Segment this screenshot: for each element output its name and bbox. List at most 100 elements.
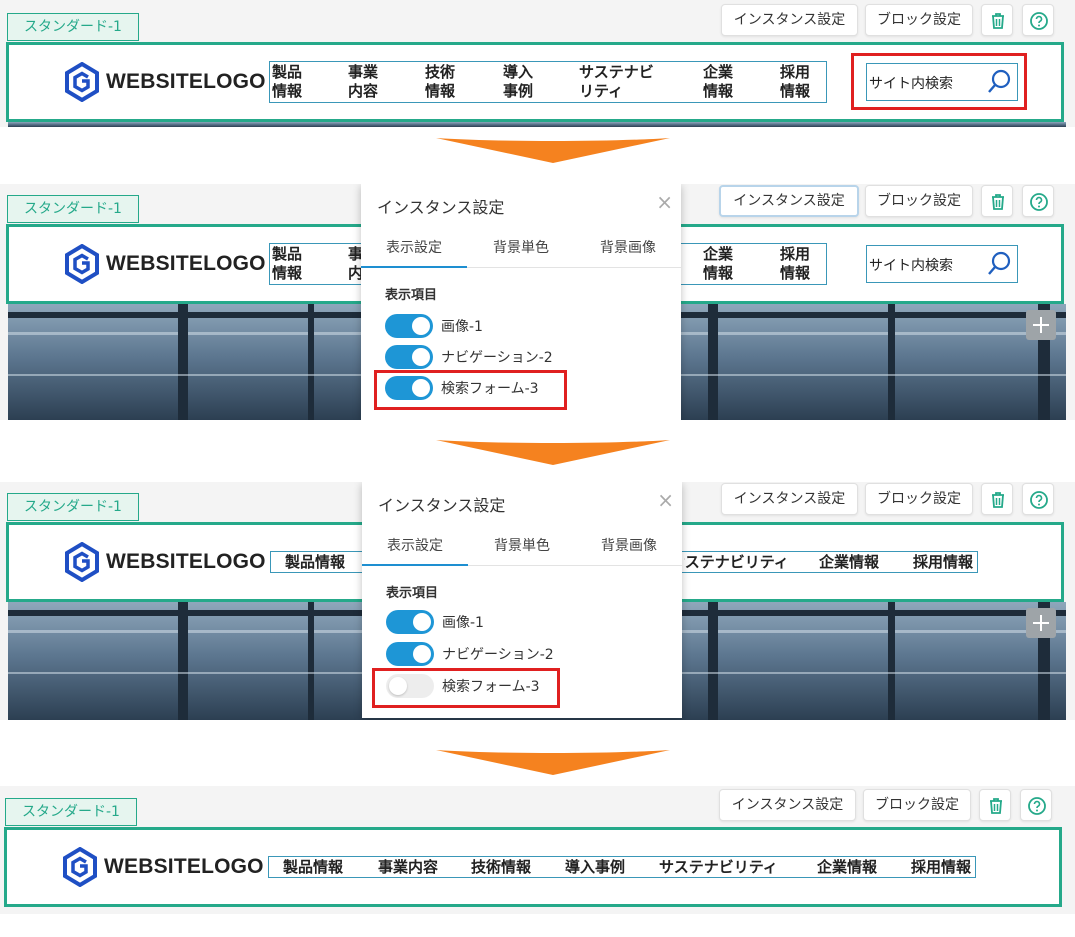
logo-hexagon-icon [65, 62, 99, 102]
block-settings-button[interactable]: ブロック設定 [865, 185, 973, 217]
nav-item-products[interactable]: 製品情報 [272, 245, 302, 283]
nav-item-sustainability[interactable]: サステナビリティ [684, 553, 789, 572]
help-icon [1028, 797, 1046, 815]
highlight-search-toggle [372, 668, 560, 708]
trash-icon [992, 492, 1004, 508]
instance-settings-button[interactable]: インスタンス設定 [721, 4, 858, 36]
block-tag[interactable]: スタンダード-1 [7, 493, 139, 521]
nav-item-company[interactable]: 企業情報 [819, 553, 879, 572]
site-header[interactable]: WEBSITELOGO 製品情報 事業内容 技術情報 導入事例 サステナビリティ… [4, 827, 1062, 907]
logo-hexagon-icon [65, 542, 99, 582]
global-nav: 製品情報 事業内容 技術情報 導入事例 サステナビリティ 企業情報 採用情報 [268, 856, 976, 878]
toggle-row-image: 画像-1 [385, 314, 483, 338]
tab-display-settings[interactable]: 表示設定 [362, 535, 468, 555]
site-logo[interactable]: WEBSITELOGO [64, 244, 266, 284]
instance-settings-button[interactable]: インスタンス設定 [721, 483, 858, 515]
step3-panel: スタンダード-1 インスタンス設定 ブロック設定 WEBSITELOGO 製品情… [0, 482, 1075, 720]
nav-item-company[interactable]: 企業情報 [703, 63, 733, 101]
block-settings-button[interactable]: ブロック設定 [863, 789, 971, 821]
trash-icon [992, 13, 1004, 29]
block-tag[interactable]: スタンダード-1 [7, 195, 139, 223]
tab-background-image[interactable]: 背景画像 [576, 535, 682, 555]
instance-settings-button[interactable]: インスタンス設定 [719, 185, 859, 217]
highlight-search-toggle [374, 370, 567, 410]
nav-item-company[interactable]: 企業情報 [817, 858, 877, 877]
tab-display-settings[interactable]: 表示設定 [361, 237, 467, 257]
help-button[interactable] [1022, 185, 1054, 217]
block-settings-button[interactable]: ブロック設定 [865, 483, 973, 515]
dialog-title: インスタンス設定 [378, 496, 506, 515]
help-icon [1030, 12, 1048, 30]
toggle-image[interactable] [386, 610, 434, 634]
nav-item-company[interactable]: 企業情報 [703, 245, 733, 283]
toggle-navigation[interactable] [385, 345, 433, 369]
nav-item-sustainability[interactable]: サステナビリティ [659, 858, 778, 877]
nav-item-sustainability[interactable]: サステナビリティ [579, 63, 654, 101]
nav-item-business[interactable]: 事業内容 [348, 63, 378, 101]
nav-item-cases[interactable]: 導入事例 [503, 63, 533, 101]
active-tab-indicator [361, 266, 467, 268]
close-icon[interactable]: × [657, 490, 674, 510]
plus-icon[interactable] [1026, 310, 1056, 340]
logo-text: WEBSITELOGO [106, 252, 266, 275]
site-logo[interactable]: WEBSITELOGO [64, 62, 266, 102]
highlight-search-form [851, 53, 1027, 110]
search-input[interactable]: サイト内検索 [869, 255, 953, 275]
help-button[interactable] [1022, 483, 1054, 515]
tab-background-color[interactable]: 背景単色 [469, 535, 575, 555]
nav-item-products[interactable]: 製品情報 [285, 553, 345, 572]
nav-item-products[interactable]: 製品情報 [272, 63, 302, 101]
plus-icon[interactable] [1026, 608, 1056, 638]
help-icon [1030, 193, 1048, 211]
delete-button[interactable] [981, 483, 1013, 515]
block-tag[interactable]: スタンダード-1 [7, 13, 139, 41]
logo-text: WEBSITELOGO [104, 855, 264, 878]
nav-item-business[interactable]: 事業内容 [378, 858, 438, 877]
nav-item-careers[interactable]: 採用情報 [911, 858, 971, 877]
help-icon [1030, 491, 1048, 509]
tab-background-image[interactable]: 背景画像 [575, 237, 681, 257]
tab-background-color[interactable]: 背景単色 [468, 237, 574, 257]
block-tag[interactable]: スタンダード-1 [5, 798, 137, 826]
trash-icon [990, 798, 1002, 814]
instance-settings-button[interactable]: インスタンス設定 [719, 789, 856, 821]
nav-item-technology[interactable]: 技術情報 [425, 63, 455, 101]
arrow-down-icon [436, 750, 670, 775]
nav-item-cases[interactable]: 導入事例 [565, 858, 625, 877]
active-tab-indicator [362, 564, 468, 566]
help-button[interactable] [1022, 4, 1054, 36]
toggle-navigation[interactable] [386, 642, 434, 666]
nav-item-products[interactable]: 製品情報 [283, 858, 343, 877]
step1-panel: スタンダード-1 インスタンス設定 ブロック設定 WEBSITELOGO 製品情… [0, 0, 1075, 127]
step2-panel: スタンダード-1 インスタンス設定 ブロック設定 WEBSITELOGO 製品情… [0, 184, 1075, 420]
block-settings-button[interactable]: ブロック設定 [865, 4, 973, 36]
dialog-title: インスタンス設定 [377, 198, 505, 217]
dialog-tabs: 表示設定 背景単色 背景画像 [362, 524, 682, 566]
trash-icon [992, 194, 1004, 210]
search-icon[interactable] [985, 250, 1013, 278]
dialog-tabs: 表示設定 背景単色 背景画像 [361, 226, 681, 268]
nav-item-careers[interactable]: 採用情報 [780, 63, 810, 101]
step4-panel: スタンダード-1 インスタンス設定 ブロック設定 WEBSITELOGO 製品情… [0, 786, 1075, 914]
toggle-image[interactable] [385, 314, 433, 338]
toggle-row-image: 画像-1 [386, 610, 484, 634]
nav-item-careers[interactable]: 採用情報 [780, 245, 810, 283]
logo-text: WEBSITELOGO [106, 550, 266, 573]
close-icon[interactable]: × [656, 192, 673, 212]
display-items-heading: 表示項目 [385, 288, 438, 303]
search-form[interactable]: サイト内検索 [866, 245, 1018, 283]
logo-text: WEBSITELOGO [106, 70, 266, 93]
nav-item-technology[interactable]: 技術情報 [471, 858, 531, 877]
help-button[interactable] [1020, 789, 1052, 821]
site-logo[interactable]: WEBSITELOGO [64, 542, 266, 582]
site-logo[interactable]: WEBSITELOGO [62, 847, 264, 887]
delete-button[interactable] [979, 789, 1011, 821]
logo-hexagon-icon [65, 244, 99, 284]
nav-item-careers[interactable]: 採用情報 [913, 553, 973, 572]
toggle-row-navigation: ナビゲーション-2 [385, 345, 553, 369]
hero-image [8, 122, 1066, 127]
global-nav: 製品情報 事業内容 技術情報 導入事例 サステナビリティ 企業情報 採用情報 [269, 61, 827, 103]
arrow-down-icon [436, 440, 670, 465]
delete-button[interactable] [981, 185, 1013, 217]
delete-button[interactable] [981, 4, 1013, 36]
